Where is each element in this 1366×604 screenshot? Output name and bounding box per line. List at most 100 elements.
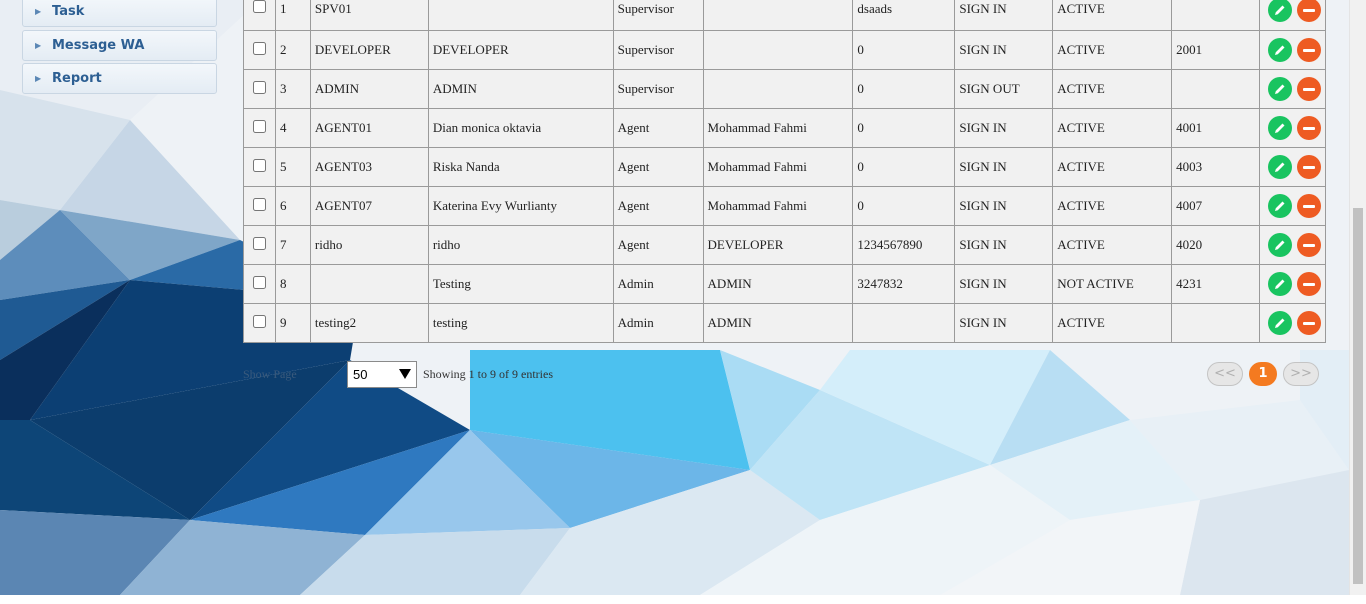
chevron-right-icon: ▶ (35, 7, 42, 16)
cell-supervisor: Mohammad Fahmi (702, 147, 854, 187)
cell-actions (1258, 69, 1327, 109)
edit-button[interactable] (1268, 77, 1292, 101)
chevron-right-icon: ▶ (35, 41, 42, 50)
pencil-icon (1275, 201, 1285, 211)
cell-login-status: SIGN IN (954, 108, 1054, 148)
cell-level: Supervisor (612, 0, 704, 31)
edit-button[interactable] (1268, 272, 1292, 296)
vertical-scrollbar[interactable] (1349, 0, 1366, 595)
row-checkbox[interactable] (252, 119, 266, 133)
sidebar-item-report[interactable]: ▶ Report (22, 63, 217, 94)
cell-actions (1258, 264, 1327, 304)
delete-button[interactable] (1297, 77, 1321, 101)
cell-level: Admin (612, 264, 704, 304)
row-select-cell (243, 225, 276, 265)
cell-level: Agent (612, 186, 704, 226)
cell-level: Admin (612, 303, 704, 343)
cell-username: ADMIN (309, 69, 429, 109)
cell-login-status: SIGN IN (954, 303, 1054, 343)
delete-button[interactable] (1297, 38, 1321, 62)
cell-actions (1258, 0, 1327, 31)
cell-level: Supervisor (612, 69, 704, 109)
cell-phone: 0 (852, 186, 956, 226)
edit-button[interactable] (1268, 38, 1292, 62)
row-checkbox[interactable] (252, 158, 266, 172)
edit-button[interactable] (1268, 155, 1292, 179)
table-row: 3 ADMIN ADMIN Supervisor 0 SIGN OUT ACTIVE (243, 69, 1327, 109)
table-row: 7 ridho ridho Agent DEVELOPER 1234567890 SIGN … (243, 225, 1327, 265)
cell-login-status: SIGN IN (954, 264, 1054, 304)
row-select-cell (243, 264, 276, 304)
show-page-label: Show Page (243, 367, 297, 381)
cell-no: 4 (274, 108, 311, 148)
page-size-select[interactable]: 50 (347, 361, 417, 388)
row-checkbox[interactable] (252, 197, 266, 211)
sidebar-item-task[interactable]: ▶ Task (22, 0, 217, 27)
delete-button[interactable] (1297, 116, 1321, 140)
cell-no: 7 (274, 225, 311, 265)
row-select-cell (243, 186, 276, 226)
cell-level: Supervisor (612, 30, 704, 70)
row-checkbox[interactable] (252, 275, 266, 289)
cell-login-status: SIGN IN (954, 0, 1054, 31)
table-row: 9 testing2 testing Admin ADMIN SIGN IN ACTIVE (243, 303, 1327, 343)
cell-status: ACTIVE (1052, 69, 1173, 109)
cell-actions (1258, 225, 1327, 265)
users-table-wrapper: 1 SPV01 Supervisor dsaads SIGN IN ACTIVE 2 DEVE… (243, 0, 1327, 343)
cell-username: ridho (309, 225, 429, 265)
edit-button[interactable] (1268, 311, 1292, 335)
cell-extension: 4020 (1171, 225, 1260, 265)
delete-button[interactable] (1297, 0, 1321, 22)
edit-button[interactable] (1268, 194, 1292, 218)
pencil-icon (1275, 123, 1285, 133)
row-checkbox[interactable] (252, 0, 266, 13)
entries-info: Showing 1 to 9 of 9 entries (423, 367, 553, 381)
row-checkbox[interactable] (252, 314, 266, 328)
delete-button[interactable] (1297, 272, 1321, 296)
current-page-button[interactable]: 1 (1249, 362, 1277, 386)
cell-username: AGENT03 (309, 147, 429, 187)
cell-phone: 3247832 (852, 264, 956, 304)
cell-login-status: SIGN OUT (954, 69, 1054, 109)
cell-supervisor (702, 69, 854, 109)
row-checkbox[interactable] (252, 80, 266, 94)
sidebar-item-label: Report (52, 71, 102, 86)
row-select-cell (243, 69, 276, 109)
edit-button[interactable] (1268, 116, 1292, 140)
cell-actions (1258, 186, 1327, 226)
cell-username: SPV01 (309, 0, 429, 31)
cell-login-status: SIGN IN (954, 30, 1054, 70)
cell-name (427, 0, 614, 31)
cell-supervisor (702, 0, 854, 31)
row-checkbox[interactable] (252, 41, 266, 55)
delete-button[interactable] (1297, 233, 1321, 257)
cell-phone: 0 (852, 147, 956, 187)
delete-button[interactable] (1297, 311, 1321, 335)
pencil-icon (1275, 84, 1285, 94)
delete-button[interactable] (1297, 155, 1321, 179)
cell-supervisor: Mohammad Fahmi (702, 186, 854, 226)
users-table: 1 SPV01 Supervisor dsaads SIGN IN ACTIVE 2 DEVE… (243, 0, 1327, 343)
cell-status: ACTIVE (1052, 303, 1173, 343)
cell-supervisor (702, 30, 854, 70)
cell-login-status: SIGN IN (954, 147, 1054, 187)
table-row: 8 Testing Admin ADMIN 3247832 SIGN IN NOT ACTI… (243, 264, 1327, 304)
delete-button[interactable] (1297, 194, 1321, 218)
cell-login-status: SIGN IN (954, 186, 1054, 226)
sidebar-item-label: Message WA (52, 38, 145, 53)
scrollbar-thumb[interactable] (1353, 208, 1363, 584)
sidebar-item-message-wa[interactable]: ▶ Message WA (22, 30, 217, 61)
cell-name: ridho (427, 225, 614, 265)
row-checkbox[interactable] (252, 236, 266, 250)
next-page-button[interactable]: >> (1283, 362, 1319, 386)
cell-extension (1171, 0, 1260, 31)
cell-no: 6 (274, 186, 311, 226)
chevron-down-icon (399, 369, 411, 379)
cell-extension (1171, 69, 1260, 109)
pencil-icon (1275, 45, 1285, 55)
prev-page-button[interactable]: << (1207, 362, 1243, 386)
edit-button[interactable] (1268, 0, 1292, 22)
edit-button[interactable] (1268, 233, 1292, 257)
cell-name: testing (427, 303, 614, 343)
cell-phone: 1234567890 (852, 225, 956, 265)
